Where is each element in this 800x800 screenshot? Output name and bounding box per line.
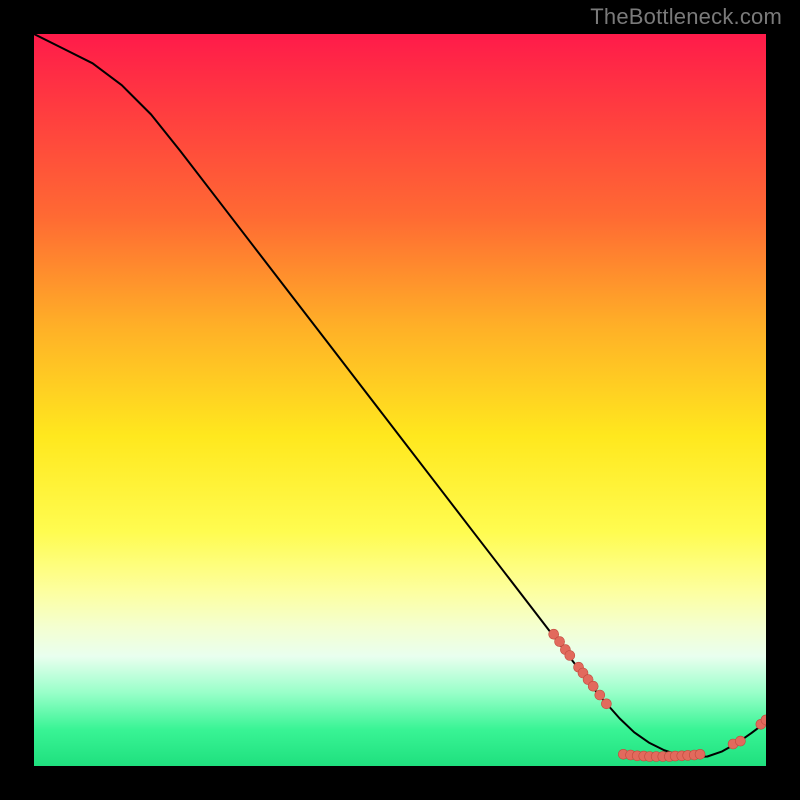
- data-point: [601, 699, 611, 709]
- chart-svg: [34, 34, 766, 766]
- data-point: [588, 681, 598, 691]
- data-point: [735, 736, 745, 746]
- curve-path: [34, 34, 766, 757]
- bottleneck-curve: [34, 34, 766, 757]
- chart-container: TheBottleneck.com: [0, 0, 800, 800]
- data-point: [695, 749, 705, 759]
- data-point: [565, 651, 575, 661]
- data-point: [595, 690, 605, 700]
- plot-area: [34, 34, 766, 766]
- data-points: [549, 629, 766, 761]
- attribution-text: TheBottleneck.com: [590, 4, 782, 30]
